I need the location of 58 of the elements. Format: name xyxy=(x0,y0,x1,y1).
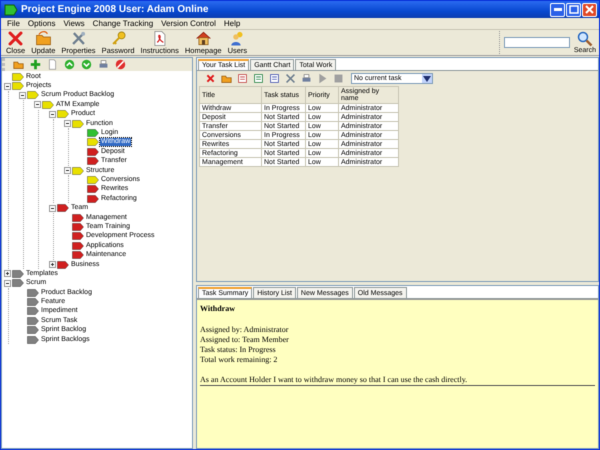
printer-icon xyxy=(98,59,108,70)
up-circle-icon xyxy=(64,59,74,70)
house-icon xyxy=(194,30,212,47)
collapse-icon[interactable] xyxy=(4,280,11,287)
spreadsheet-icon xyxy=(252,73,264,84)
summary-line: Assigned by: Administrator xyxy=(200,325,290,335)
menu-item[interactable]: Help xyxy=(220,19,244,28)
summary-title: Withdraw xyxy=(200,304,236,313)
menu-item[interactable]: Views xyxy=(59,19,89,28)
key-icon xyxy=(110,30,127,47)
minimize-button[interactable] xyxy=(550,2,565,16)
folder-icon xyxy=(34,30,52,47)
summary-line: Task status: In Progress xyxy=(200,345,277,355)
stop-icon xyxy=(114,59,126,70)
expand-icon[interactable] xyxy=(49,261,56,268)
down-circle-icon xyxy=(80,59,92,70)
tools-icon xyxy=(284,73,296,84)
close-icon xyxy=(585,5,594,14)
maximize-button[interactable] xyxy=(566,2,581,16)
spreadsheet-icon xyxy=(236,73,248,84)
x-icon xyxy=(204,73,216,84)
menu-item[interactable]: Options xyxy=(24,19,60,28)
search-icon xyxy=(576,31,593,47)
menu-item[interactable]: File xyxy=(3,19,24,28)
folder-icon xyxy=(12,59,24,70)
toolbar-button[interactable] xyxy=(283,72,297,84)
summary-line: Assigned to: Team Member xyxy=(200,335,290,345)
folder-icon xyxy=(220,73,232,84)
expand-icon[interactable] xyxy=(4,270,11,278)
toolbar-button[interactable] xyxy=(235,72,249,84)
collapse-icon[interactable] xyxy=(49,204,56,212)
collapse-icon[interactable] xyxy=(64,120,71,128)
toolbar-button[interactable] xyxy=(251,72,265,84)
search-field[interactable] xyxy=(504,37,570,48)
x-icon xyxy=(7,30,24,47)
menu-item[interactable]: Version Control xyxy=(157,19,220,28)
stop-icon xyxy=(332,73,344,84)
play-icon xyxy=(316,73,328,84)
plus-icon xyxy=(30,59,40,70)
collapse-icon[interactable] xyxy=(64,167,71,174)
app-icon xyxy=(4,4,18,16)
summary-description: As an Account Holder I want to withdraw money so that I can use the cash directly. xyxy=(200,375,595,386)
maximize-icon xyxy=(568,5,578,14)
toolbar-button[interactable] xyxy=(113,58,127,70)
tools-icon xyxy=(70,30,87,47)
document-icon xyxy=(268,73,280,84)
collapse-icon[interactable] xyxy=(49,110,56,118)
collapse-icon[interactable] xyxy=(19,92,26,99)
window-title: Project Engine 2008 User: Adam Online xyxy=(21,4,210,15)
collapse-icon[interactable] xyxy=(4,82,11,90)
collapse-icon[interactable] xyxy=(34,101,41,108)
minimize-icon xyxy=(554,8,562,11)
summary-line: Total work remaining: 2 xyxy=(200,355,278,365)
menu-item[interactable]: Change Tracking xyxy=(88,19,158,28)
printer-icon xyxy=(300,73,312,84)
close-button[interactable] xyxy=(582,2,597,16)
toolbar-button[interactable] xyxy=(267,72,281,84)
caret-icon xyxy=(423,76,431,82)
